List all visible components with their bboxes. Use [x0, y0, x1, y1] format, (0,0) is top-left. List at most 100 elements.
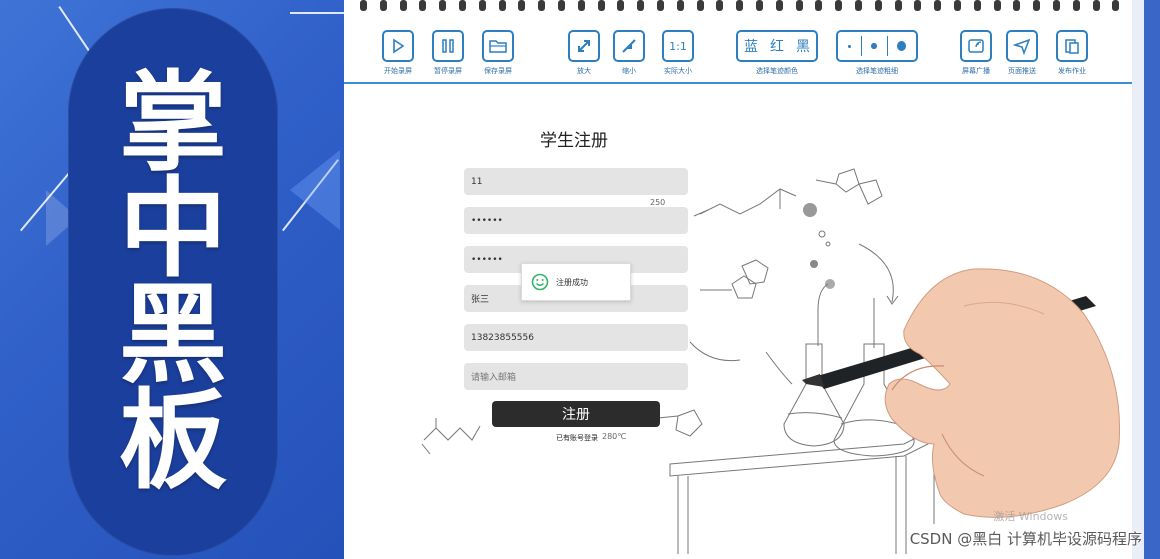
binder-ring	[696, 0, 704, 11]
binder-ring	[716, 0, 724, 11]
account-field[interactable]: 11	[464, 168, 688, 195]
binder-ring	[419, 0, 427, 11]
pause-icon	[442, 39, 454, 53]
title-char-4: 板	[118, 379, 227, 504]
binder-ring	[1053, 0, 1060, 11]
play-icon	[393, 38, 405, 54]
binder-ring	[676, 0, 684, 11]
binder-ring	[617, 0, 625, 11]
binder-ring	[835, 0, 843, 11]
binder-ring	[399, 0, 407, 11]
page-edge-blue	[1144, 0, 1160, 559]
toast-message: 注册成功	[556, 277, 588, 287]
login-link[interactable]: 已有账号登录	[556, 433, 598, 443]
password-field[interactable]: ••••••	[464, 207, 688, 234]
hand-with-pen-illustration	[802, 268, 1121, 518]
publish-homework-button[interactable]: 发布作业	[1054, 30, 1090, 76]
phone-field[interactable]: 13823855556	[464, 324, 688, 351]
sketch-number: 250	[650, 198, 665, 207]
title-char-2: 中	[118, 167, 227, 292]
binder-ring	[1033, 0, 1041, 11]
actual-size-label: 实际大小	[664, 67, 692, 75]
zoom-in-button[interactable]: 放大	[566, 30, 602, 76]
pen-color-black[interactable]: 黑	[790, 36, 816, 56]
pen-color-blue[interactable]: 蓝	[738, 36, 764, 56]
pen-color-red[interactable]: 红	[764, 36, 790, 56]
success-toast: 注册成功	[521, 263, 631, 301]
zoom-in-label: 放大	[577, 67, 591, 75]
email-field[interactable]: 请输入邮箱	[464, 363, 688, 390]
chemistry-sketch-illustration: 250 280℃	[421, 168, 1121, 554]
sketch-temperature: 280℃	[602, 432, 626, 441]
binder-ring	[577, 0, 585, 11]
screen-broadcast-button[interactable]: 屏幕广播	[958, 30, 994, 76]
binder-ring	[874, 0, 882, 11]
page-push-button[interactable]: 页面推送	[1004, 30, 1040, 76]
binder-ring	[439, 0, 447, 11]
binder-ring	[855, 0, 862, 11]
csdn-watermark: CSDN @黑白 计算机毕设源码程序	[909, 530, 1142, 548]
register-title: 学生注册	[540, 131, 608, 151]
binder-ring	[518, 0, 526, 11]
pen-color-label: 选择笔迹颜色	[756, 67, 798, 75]
pen-color-selector: 蓝 红 黑 选择笔迹颜色	[736, 30, 818, 76]
binder-ring	[478, 0, 486, 11]
shrink-icon	[622, 39, 636, 53]
pen-width-thin[interactable]	[848, 44, 851, 48]
divider	[860, 36, 862, 56]
binder-ring	[597, 0, 605, 11]
save-record-label: 保存录屏	[484, 67, 512, 75]
binder-ring	[558, 0, 565, 11]
binder-ring	[379, 0, 387, 11]
binder-ring	[498, 0, 506, 11]
binder-ring	[795, 0, 803, 11]
homework-icon	[1065, 39, 1079, 54]
zoom-out-label: 缩小	[622, 67, 636, 75]
folder-icon	[489, 40, 507, 53]
smile-icon	[531, 273, 549, 291]
publish-homework-label: 发布作业	[1058, 67, 1086, 75]
binder-ring	[993, 0, 1001, 11]
toolbar: 开始录屏 暂停录屏 保存录屏 放大 缩小 1:1 实际大小 蓝 红 黑 选择笔迹…	[344, 14, 1132, 84]
pen-width-selector: 选择笔迹粗细	[836, 30, 918, 76]
binder-ring	[1013, 0, 1021, 11]
pen-width-thick[interactable]	[897, 41, 907, 51]
register-button[interactable]: 注册	[492, 401, 660, 427]
whiteboard-stage: 开始录屏 暂停录屏 保存录屏 放大 缩小 1:1 实际大小 蓝 红 黑 选择笔迹…	[344, 0, 1132, 559]
pause-record-button[interactable]: 暂停录屏	[430, 30, 466, 76]
save-record-button[interactable]: 保存录屏	[480, 30, 516, 76]
start-record-button[interactable]: 开始录屏	[380, 30, 416, 76]
binder-ring	[775, 0, 783, 11]
brand-panel: 掌 中 黑 板	[0, 0, 344, 559]
actual-size-icon: 1:1	[669, 39, 687, 53]
decor-line	[290, 12, 344, 14]
pen-width-label: 选择笔迹粗细	[856, 67, 898, 75]
binder-ring	[756, 0, 763, 11]
binder-ring	[815, 0, 823, 11]
binder-ring	[459, 0, 466, 11]
page-push-label: 页面推送	[1008, 67, 1036, 75]
start-record-label: 开始录屏	[384, 67, 412, 75]
screen-broadcast-label: 屏幕广播	[962, 67, 990, 75]
divider	[886, 36, 888, 56]
broadcast-icon	[968, 39, 984, 53]
binder-ring	[1112, 0, 1120, 11]
title-char-1: 掌	[118, 61, 227, 186]
send-icon	[1013, 38, 1031, 55]
page-edge	[1132, 0, 1144, 559]
binder-ring	[894, 0, 902, 11]
pause-record-label: 暂停录屏	[434, 67, 462, 75]
actual-size-button[interactable]: 1:1 实际大小	[660, 30, 696, 76]
binder-rings	[344, 0, 1132, 14]
binder-ring	[1072, 0, 1080, 11]
expand-icon	[578, 40, 590, 52]
title-char-3: 黑	[118, 273, 227, 398]
pen-width-medium[interactable]	[871, 43, 877, 49]
binder-ring	[914, 0, 922, 11]
binder-ring	[360, 0, 367, 11]
activation-watermark: 激活 Windows	[993, 510, 1068, 523]
binder-ring	[657, 0, 664, 11]
binder-ring	[538, 0, 546, 11]
zoom-out-button[interactable]: 缩小	[611, 30, 647, 76]
binder-ring	[736, 0, 744, 11]
